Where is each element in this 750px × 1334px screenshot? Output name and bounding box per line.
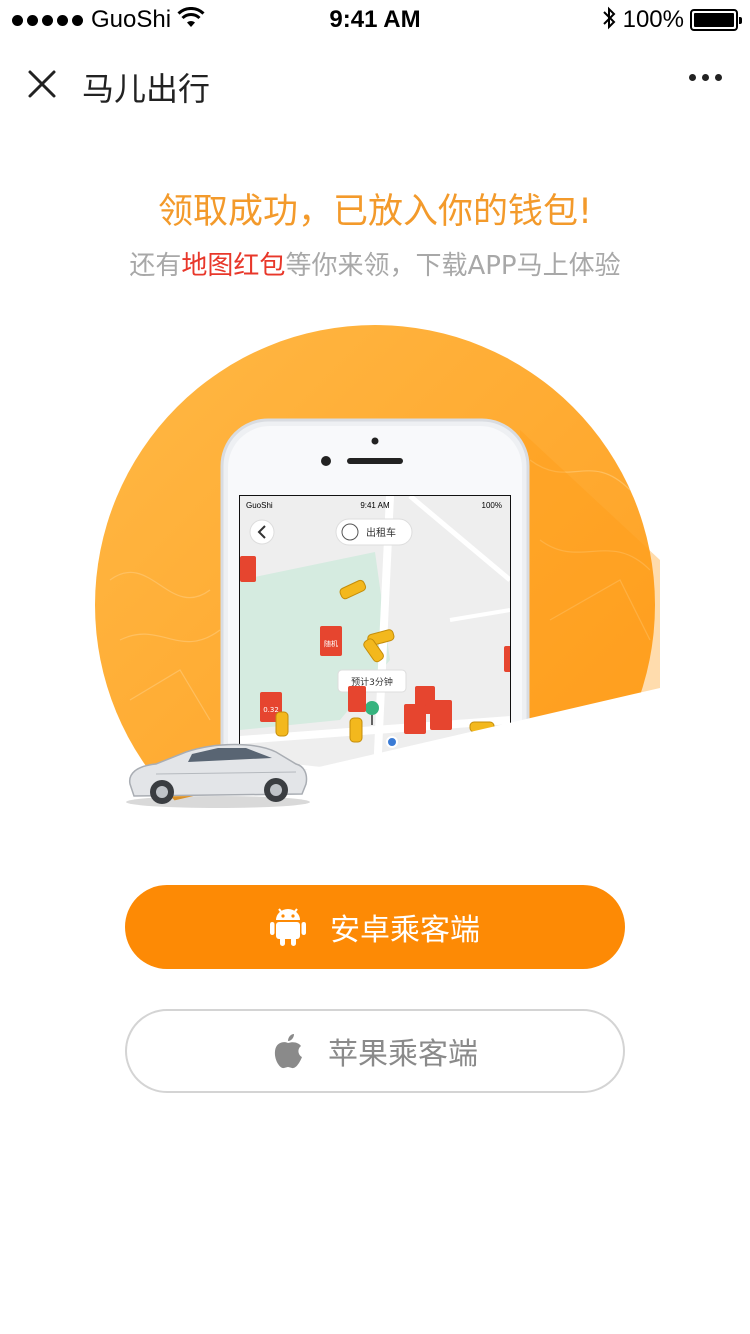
bluetooth-icon	[601, 6, 617, 34]
subline-suffix: 等你来领，下载APP马上体验	[285, 251, 621, 281]
close-icon	[28, 70, 56, 98]
close-button[interactable]	[20, 62, 64, 106]
service-selector: 出租车	[366, 526, 396, 539]
promo-subline: 还有地图红包等你来领，下载APP马上体验	[0, 245, 750, 282]
promo-illustration: GuoShi 9:41 AM 100% 出租车 预计3分钟 随机 0.32	[90, 320, 660, 842]
more-button[interactable]	[689, 74, 722, 81]
battery-icon	[690, 9, 742, 31]
more-dots-icon	[689, 74, 696, 81]
success-headline: 领取成功，已放入你的钱包!	[157, 192, 593, 232]
subline-prefix: 还有	[129, 251, 182, 281]
apple-button-label: 苹果乘客端	[328, 1037, 478, 1072]
red-packet-amount: 0.32	[263, 706, 279, 714]
subline-highlight[interactable]: 地图红包	[181, 251, 285, 281]
android-icon	[270, 907, 306, 947]
android-button-label: 安卓乘客端	[330, 913, 480, 948]
phone-status-carrier: GuoShi	[246, 501, 273, 510]
battery-percent: 100%	[622, 6, 684, 33]
nav-bar: 马儿出行	[0, 48, 750, 120]
status-right: 100%	[601, 6, 742, 34]
status-bar: GuoShi 9:41 AM 100%	[0, 0, 750, 40]
android-download-button[interactable]: 安卓乘客端	[125, 885, 625, 969]
page-title: 马儿出行	[82, 70, 211, 108]
apple-icon	[272, 1032, 304, 1070]
apple-download-button[interactable]: 苹果乘客端	[125, 1009, 625, 1093]
phone-status-battery: 100%	[482, 501, 502, 510]
phone-status-time: 9:41 AM	[360, 501, 390, 510]
red-packet-label: 随机	[324, 639, 338, 648]
